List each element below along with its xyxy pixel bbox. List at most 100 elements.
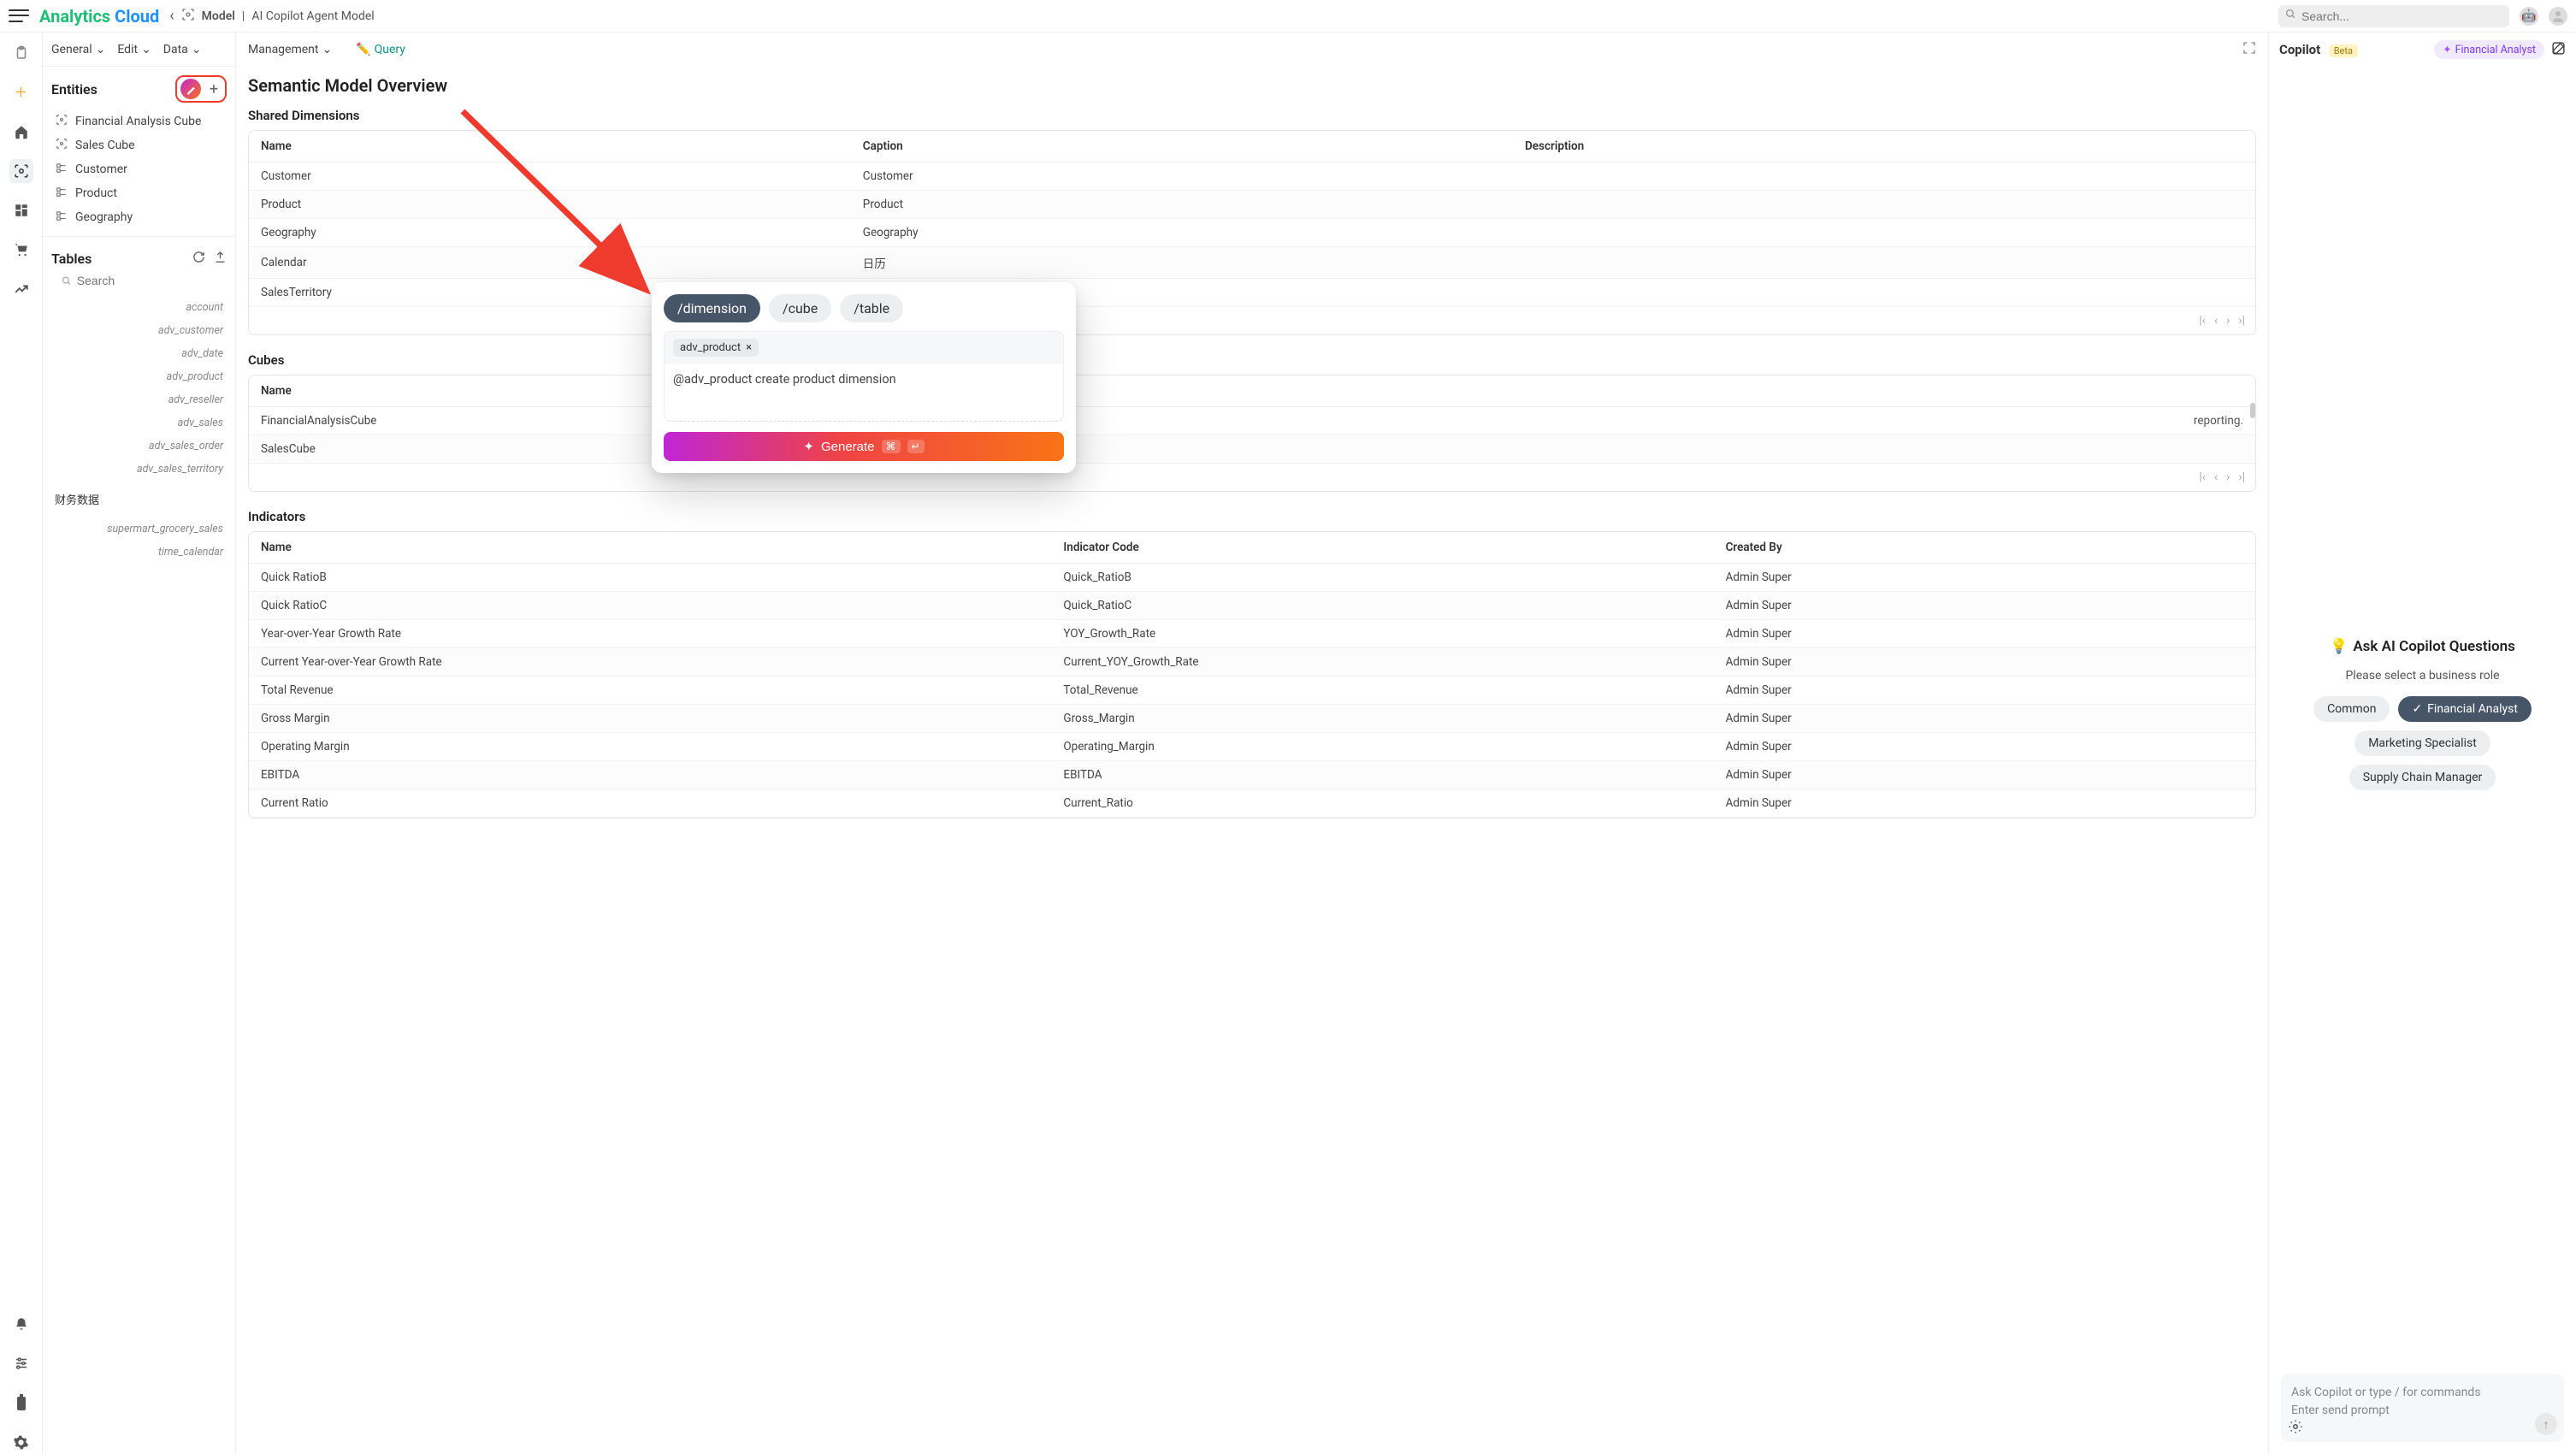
table-row[interactable]: Current Year-over-Year Growth RateCurren… (249, 648, 2255, 677)
table-row[interactable]: GeographyGeography (249, 219, 2255, 247)
entity-item[interactable]: Financial Analysis Cube (43, 109, 235, 133)
menu-toggle-icon[interactable] (9, 8, 29, 25)
table-item[interactable]: adv_product (55, 365, 223, 388)
col-desc: Description (1513, 131, 2255, 163)
role-supply-chain-manager[interactable]: Supply Chain Manager (2349, 765, 2496, 790)
table-row[interactable]: Year-over-Year Growth RateYOY_Growth_Rat… (249, 620, 2255, 648)
context-token[interactable]: adv_product × (673, 339, 759, 357)
rail-cart-icon[interactable] (9, 238, 33, 262)
magic-generate-button[interactable] (180, 79, 201, 99)
fullscreen-icon[interactable] (2242, 41, 2256, 58)
scroll-handle[interactable] (2250, 403, 2255, 418)
pager-first-icon[interactable]: |‹ (2199, 470, 2206, 484)
pager-prev-icon[interactable]: ‹ (2214, 470, 2218, 484)
rail-model-icon[interactable] (9, 159, 33, 183)
upload-icon[interactable] (214, 251, 227, 267)
pager-last-icon[interactable]: ›| (2238, 470, 2245, 484)
table-row[interactable]: CustomerCustomer (249, 163, 2255, 191)
global-search-input[interactable] (2301, 9, 2502, 23)
rail-trend-icon[interactable] (9, 277, 33, 301)
rail-home-icon[interactable] (9, 120, 33, 144)
entity-item[interactable]: Geography (43, 205, 235, 229)
table-item[interactable]: account (55, 296, 223, 319)
col-caption: Caption (851, 131, 1513, 163)
copilot-prompt-input[interactable]: Ask Copilot or type / for commands Enter… (2281, 1374, 2564, 1442)
copilot-send-button[interactable]: ↑ (2535, 1413, 2557, 1435)
table-row[interactable]: Quick RatioBQuick_RatioBAdmin Super (249, 564, 2255, 592)
folder-item[interactable]: 财务数据 (43, 486, 235, 512)
remove-token-icon[interactable]: × (746, 341, 752, 354)
menu-management[interactable]: Management ⌄ (248, 43, 332, 56)
tab-dimension[interactable]: /dimension (664, 294, 760, 322)
table-row[interactable]: SalesCubeSale (249, 435, 2255, 464)
rail-add-icon[interactable]: + (9, 80, 33, 104)
global-search[interactable] (2278, 5, 2509, 27)
generate-button[interactable]: ✦ Generate ⌘ ↵ (664, 432, 1064, 461)
pager-prev-icon[interactable]: ‹ (2214, 314, 2218, 328)
pager-next-icon[interactable]: › (2226, 470, 2230, 484)
table-row[interactable]: Gross MarginGross_MarginAdmin Super (249, 705, 2255, 733)
token-label: adv_product (680, 341, 741, 354)
rail-tune-icon[interactable] (9, 1351, 33, 1375)
table-row[interactable]: Current RatioCurrent_RatioAdmin Super (249, 789, 2255, 818)
entity-icon (55, 186, 68, 201)
rail-dashboard-icon[interactable] (9, 198, 33, 222)
table-item[interactable]: adv_sales_order (55, 434, 223, 458)
rail-settings-icon[interactable] (9, 1430, 33, 1454)
current-role-chip[interactable]: ✦ Financial Analyst (2434, 40, 2544, 59)
menu-general[interactable]: General ⌄ (51, 43, 105, 56)
menu-edit[interactable]: Edit ⌄ (117, 43, 151, 56)
refresh-icon[interactable] (192, 251, 205, 267)
entities-title: Entities (51, 81, 97, 98)
role-common[interactable]: Common (2313, 696, 2390, 722)
rail-clipboard-icon[interactable] (9, 41, 33, 65)
table-item[interactable]: adv_sales_territory (55, 458, 223, 481)
brand-logo[interactable]: Analytics Cloud (39, 6, 159, 27)
rail-battery-icon[interactable] (9, 1391, 33, 1415)
table-item[interactable]: adv_customer (55, 319, 223, 342)
tab-cube[interactable]: /cube (769, 294, 831, 322)
entity-item[interactable]: Customer (43, 157, 235, 181)
entity-item[interactable]: Product (43, 181, 235, 205)
menu-data[interactable]: Data ⌄ (163, 43, 202, 56)
table-item[interactable]: time_calendar (55, 541, 223, 564)
generate-popover: /dimension /cube /table adv_product × @a… (652, 282, 1076, 473)
table-item[interactable]: adv_reseller (55, 388, 223, 411)
table-row[interactable]: Quick RatioCQuick_RatioCAdmin Super (249, 592, 2255, 620)
tab-table[interactable]: /table (840, 294, 903, 322)
table-item[interactable]: adv_date (55, 342, 223, 365)
table-row[interactable]: ProductProduct (249, 191, 2255, 219)
table-list: accountadv_customeradv_dateadv_productad… (43, 291, 235, 486)
table-row[interactable]: EBITDAEBITDAAdmin Super (249, 761, 2255, 789)
entity-item[interactable]: Sales Cube (43, 133, 235, 157)
user-avatar[interactable] (2549, 7, 2567, 26)
pager-first-icon[interactable]: |‹ (2199, 314, 2206, 328)
table-row[interactable]: Total RevenueTotal_RevenueAdmin Super (249, 677, 2255, 705)
role-marketing-specialist[interactable]: Marketing Specialist (2354, 730, 2490, 756)
generate-label: Generate (821, 440, 875, 454)
table-row[interactable]: FinancialAnalysisCubeFinareporting. (249, 407, 2255, 435)
table-row[interactable]: SalesTerritory (249, 279, 2255, 307)
pager-next-icon[interactable]: › (2226, 314, 2230, 328)
table-row[interactable]: Operating MarginOperating_MarginAdmin Su… (249, 733, 2255, 761)
back-icon[interactable]: ‹ (169, 7, 174, 25)
check-icon: ✓ (2412, 702, 2422, 716)
pager-last-icon[interactable]: ›| (2238, 314, 2245, 328)
copilot-settings-icon[interactable] (2288, 1419, 2303, 1439)
bot-icon[interactable]: 🤖 (2520, 7, 2538, 26)
table-item[interactable]: supermart_grocery_sales (55, 517, 223, 541)
entity-label: Financial Analysis Cube (75, 115, 201, 128)
table-search-input[interactable] (77, 274, 227, 287)
dimensions-title: Shared Dimensions (248, 108, 2256, 123)
edit-icon[interactable] (2551, 41, 2566, 59)
table-item[interactable]: adv_sales (55, 411, 223, 434)
role-financial-analyst[interactable]: ✓ Financial Analyst (2398, 696, 2532, 722)
add-entity-button[interactable]: + (206, 81, 222, 97)
indicators-title: Indicators (248, 509, 2256, 524)
table-row[interactable]: Calendar日历 (249, 247, 2255, 279)
table-search[interactable] (43, 270, 235, 291)
chevron-down-icon: ⌄ (96, 43, 106, 56)
prompt-input[interactable]: @adv_product create product dimension (664, 364, 1064, 422)
menu-query[interactable]: ✏️Query (356, 43, 405, 56)
rail-bell-icon[interactable] (9, 1312, 33, 1336)
